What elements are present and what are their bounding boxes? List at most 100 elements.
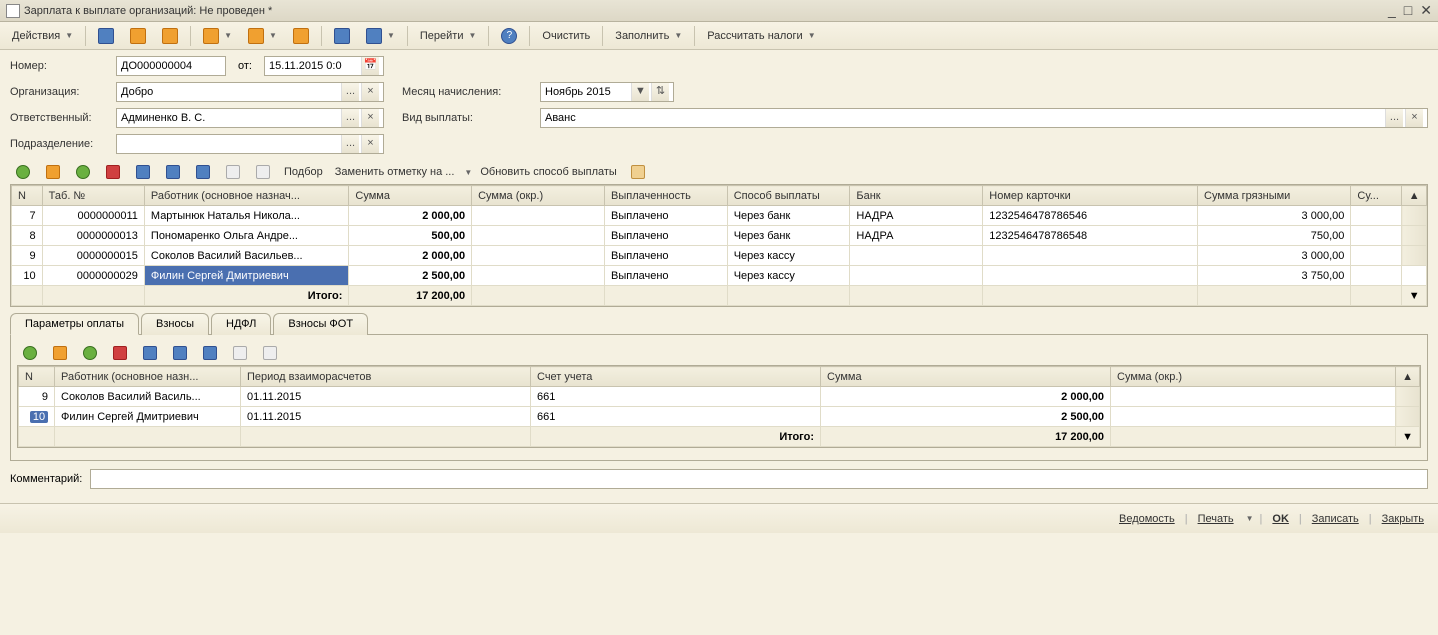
goto-menu[interactable]: Перейти▼ [414,25,483,47]
select-icon[interactable]: ... [341,109,359,127]
tab-payment-params[interactable]: Параметры оплаты [10,313,139,335]
col-paid[interactable]: Выплаченность [605,186,728,206]
clear-icon[interactable]: × [361,109,379,127]
number-value: ДО000000004 [121,60,221,72]
clone-row-button[interactable] [47,342,73,364]
table-row[interactable]: 100000000029Филин Сергей Дмитриевич2 500… [12,266,1427,286]
calendar-icon[interactable]: 📅 [361,57,379,75]
col-card[interactable]: Номер карточки [983,186,1198,206]
move-up-button[interactable] [167,342,193,364]
save-row-button[interactable] [137,342,163,364]
col-su[interactable]: Су... [1351,186,1402,206]
sort-desc-button[interactable] [257,342,283,364]
save-button[interactable]: Записать [1308,513,1363,525]
scroll-up-icon[interactable]: ▲ [1396,367,1420,387]
number-input[interactable]: ДО000000004 [116,56,226,76]
sort-desc-button[interactable] [250,161,276,183]
table-row[interactable]: 70000000011Мартынюк Наталья Никола...2 0… [12,206,1427,226]
maximize-button[interactable]: □ [1404,2,1412,19]
clear-label: Очистить [542,30,590,42]
ok-button[interactable]: OK [1268,513,1293,525]
org-input[interactable]: Добро...× [116,82,384,102]
clear-icon[interactable]: × [361,83,379,101]
post-icon-button[interactable] [124,25,152,47]
col-sum[interactable]: Сумма [349,186,472,206]
select-icon[interactable]: ... [341,135,359,153]
paytype-input[interactable]: Аванс...× [540,108,1428,128]
col-worker[interactable]: Работник (основное назнач... [144,186,348,206]
col-n[interactable]: N [12,186,43,206]
tab-ndfl[interactable]: НДФЛ [211,313,271,335]
table-row[interactable]: 9Соколов Василий Василь...01.11.20156612… [19,387,1420,407]
add-row-button[interactable] [10,161,36,183]
based-on-button[interactable]: ▼ [197,25,238,47]
date-input[interactable]: 15.11.2015 0:0📅 [264,56,384,76]
col-gross[interactable]: Сумма грязными [1198,186,1351,206]
save-row-button[interactable] [130,161,156,183]
scroll-up-icon[interactable]: ▲ [1402,186,1427,206]
tab-contributions[interactable]: Взносы [141,313,209,335]
unpost-icon-button[interactable] [156,25,184,47]
close-button[interactable]: ✕ [1420,2,1432,19]
edit-row-button[interactable] [77,342,103,364]
table-row[interactable]: 10Филин Сергей Дмитриевич01.11.20156612 … [19,407,1420,427]
clear-icon[interactable]: × [1405,109,1423,127]
dropdown-icon[interactable]: ▼ [631,83,649,101]
comment-input[interactable] [90,469,1428,489]
col-worker[interactable]: Работник (основное назн... [55,367,241,387]
clear-button[interactable]: Очистить [536,25,596,47]
clear-icon[interactable]: × [361,135,379,153]
person-icon-button[interactable] [625,161,651,183]
titlebar: Зарплата к выплате организаций: Не прове… [0,0,1438,22]
table-toolbar: Подбор Заменить отметку на ... ▼ Обновит… [10,160,1428,184]
spin-icon[interactable]: ⇅ [651,83,669,101]
col-period[interactable]: Период взаиморасчетов [241,367,531,387]
sort-asc-button[interactable] [227,342,253,364]
select-icon[interactable]: ... [1385,109,1403,127]
col-tab[interactable]: Таб. № [42,186,144,206]
clone-row-button[interactable] [40,161,66,183]
col-sum[interactable]: Сумма [821,367,1111,387]
col-sum-okr[interactable]: Сумма (окр.) [472,186,605,206]
move-down-button[interactable] [190,161,216,183]
resp-label: Ответственный: [10,112,108,124]
sheet-link[interactable]: Ведомость [1115,513,1179,525]
calc-tax-menu[interactable]: Рассчитать налоги▼ [701,25,821,47]
close-link[interactable]: Закрыть [1378,513,1428,525]
edit-row-button[interactable] [70,161,96,183]
help-button[interactable]: ? [495,25,523,47]
delete-row-button[interactable] [100,161,126,183]
resp-input[interactable]: Админенко В. С....× [116,108,384,128]
replace-link[interactable]: Заменить отметку на ... [331,166,459,178]
sort-asc-icon [226,165,240,179]
col-n[interactable]: N [19,367,55,387]
select-icon[interactable]: ... [341,83,359,101]
print-link[interactable]: Печать [1194,513,1238,525]
table-row[interactable]: 90000000015Соколов Василий Васильев...2 … [12,246,1427,266]
actions-menu[interactable]: Действия▼ [6,25,79,47]
fill-menu[interactable]: Заполнить▼ [609,25,688,47]
structure-button[interactable]: ▼ [242,25,283,47]
dept-input[interactable]: ...× [116,134,384,154]
col-method[interactable]: Способ выплаты [727,186,850,206]
update-method-link[interactable]: Обновить способ выплаты [476,166,620,178]
col-account[interactable]: Счет учета [531,367,821,387]
move-up-button[interactable] [160,161,186,183]
table-row[interactable]: 80000000013Пономаренко Ольга Андре...500… [12,226,1427,246]
list-icon-button[interactable] [328,25,356,47]
col-bank[interactable]: Банк [850,186,983,206]
settings-button[interactable]: ▼ [360,25,401,47]
sort-asc-button[interactable] [220,161,246,183]
month-input[interactable]: Ноябрь 2015▼⇅ [540,82,674,102]
tab-fot[interactable]: Взносы ФОТ [273,313,368,335]
col-sum-okr[interactable]: Сумма (окр.) [1111,367,1396,387]
plan-icon-button[interactable] [287,25,315,47]
delete-row-button[interactable] [107,342,133,364]
comment-label: Комментарий: [10,473,82,485]
select-link[interactable]: Подбор [280,166,327,178]
move-down-button[interactable] [197,342,223,364]
save-icon-button[interactable] [92,25,120,47]
minimize-button[interactable]: _ [1388,2,1396,19]
window-title: Зарплата к выплате организаций: Не прове… [24,5,1388,17]
add-row-button[interactable] [17,342,43,364]
